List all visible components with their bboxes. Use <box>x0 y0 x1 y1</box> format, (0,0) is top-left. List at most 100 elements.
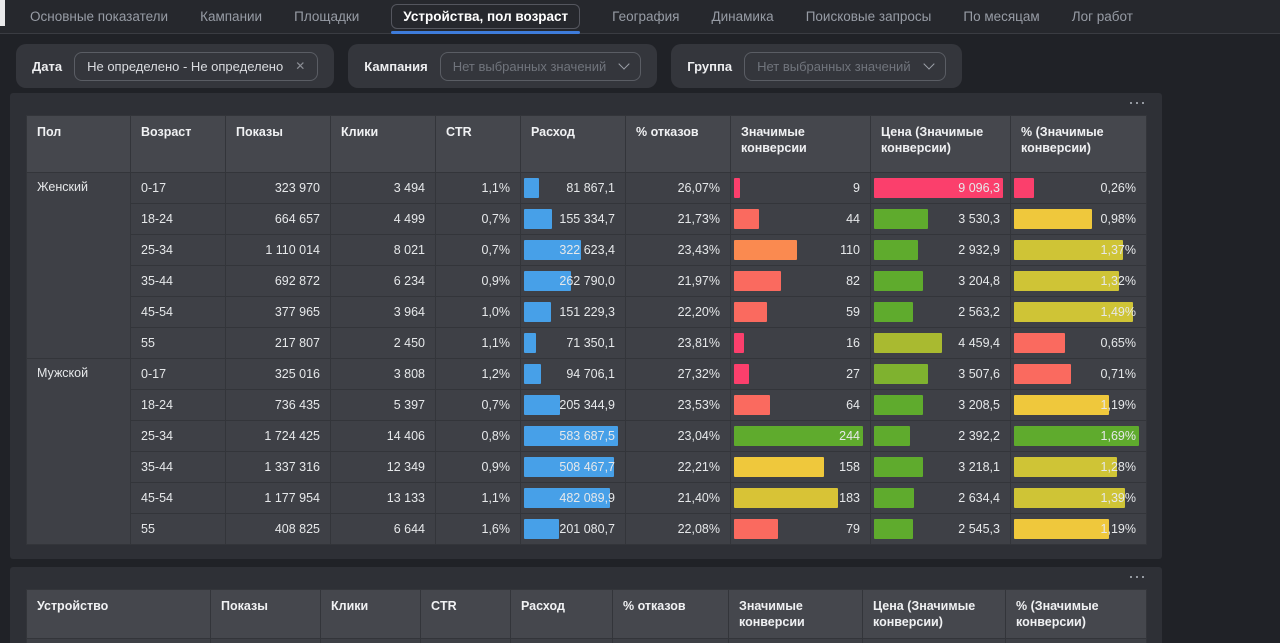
clicks-cell: 4 499 <box>331 204 436 235</box>
conversion-pct-bar <box>1014 178 1034 198</box>
table-row[interactable]: 18-24 664 657 4 499 0,7% 155 334,7 21,73… <box>27 204 1147 235</box>
col-bounce[interactable]: % отказов <box>613 590 729 639</box>
conversion-pct-cell: 1,28% <box>1011 452 1147 483</box>
price-bar <box>874 519 913 539</box>
price-bar <box>874 426 910 446</box>
clicks-cell: 6 234 <box>331 266 436 297</box>
table-row[interactable]: 18-24 736 435 5 397 0,7% 205 344,9 23,53… <box>27 390 1147 421</box>
price-cell: 0 <box>863 639 1006 643</box>
cost-bar <box>524 178 539 198</box>
col-clicks[interactable]: Клики <box>321 590 421 639</box>
price-cell: 3 204,8 <box>871 266 1011 297</box>
tab-log-rabot[interactable]: Лог работ <box>1072 9 1133 24</box>
bounce-cell: 23,04% <box>626 421 731 452</box>
col-ctr[interactable]: CTR <box>436 116 521 173</box>
conversions-cell: 9 <box>731 173 871 204</box>
col-shows[interactable]: Показы <box>226 116 331 173</box>
tab-ustroystva-pol-vozrast[interactable]: Устройства, пол возраст <box>391 4 580 29</box>
table-row[interactable]: Женский 0-17 323 970 3 494 1,1% 81 867,1… <box>27 173 1147 204</box>
price-bar <box>874 240 918 260</box>
cost-cell: 322 623,4 <box>521 235 626 266</box>
age-cell: 0-17 <box>131 173 226 204</box>
price-cell: 3 218,1 <box>871 452 1011 483</box>
chevron-down-icon <box>923 58 934 69</box>
tab-ploshchadki[interactable]: Площадки <box>294 9 359 24</box>
conversions-cell: 183 <box>731 483 871 514</box>
bounce-cell: 28,6% <box>613 639 729 643</box>
table-row[interactable]: 45-54 1 177 954 13 133 1,1% 482 089,9 21… <box>27 483 1147 514</box>
col-conversions[interactable]: Значимые конверсии <box>729 590 863 639</box>
cost-cell: 583 687,5 <box>521 421 626 452</box>
ctr-cell: 0,7% <box>436 235 521 266</box>
conversion-pct-cell: 1,19% <box>1011 514 1147 545</box>
shows-cell: 217 807 <box>226 328 331 359</box>
col-ctr[interactable]: CTR <box>421 590 511 639</box>
table-row[interactable]: 55 217 807 2 450 1,1% 71 350,1 23,81% 16… <box>27 328 1147 359</box>
conversions-cell: 0 <box>729 639 863 643</box>
col-cost[interactable]: Расход <box>521 116 626 173</box>
conversion-pct-cell: 1,32% <box>1011 266 1147 297</box>
ctr-cell: 1,6% <box>436 514 521 545</box>
tab-osnovnye-pokazateli[interactable]: Основные показатели <box>30 9 168 24</box>
table-row[interactable]: 55 408 825 6 644 1,6% 201 080,7 22,08% 7… <box>27 514 1147 545</box>
col-conversion-pct[interactable]: % (Значимые конверсии) <box>1011 116 1147 173</box>
cost-cell: 221,1 <box>511 639 613 643</box>
ctr-cell: 1,1% <box>436 483 521 514</box>
col-device[interactable]: Устройство <box>27 590 211 639</box>
table-row[interactable]: 25-34 1 724 425 14 406 0,8% 583 687,5 23… <box>27 421 1147 452</box>
col-cost[interactable]: Расход <box>511 590 613 639</box>
table-row[interactable]: 1 380 5 0,4% 221,1 28,6% 0 0 0,00% <box>27 639 1147 643</box>
clicks-cell: 8 021 <box>331 235 436 266</box>
col-bounce[interactable]: % отказов <box>626 116 731 173</box>
col-conversions[interactable]: Значимые конверсии <box>731 116 871 173</box>
ctr-cell: 1,1% <box>436 173 521 204</box>
col-price[interactable]: Цена (Значимые конверсии) <box>863 590 1006 639</box>
cost-cell: 482 089,9 <box>521 483 626 514</box>
cost-bar <box>524 302 551 322</box>
group-filter-select[interactable]: Нет выбранных значений <box>744 52 946 81</box>
gender-label: Женский <box>37 180 88 194</box>
more-menu-icon[interactable]: ⋯ <box>1128 93 1148 113</box>
col-gender[interactable]: Пол <box>27 116 131 173</box>
tab-poiskovye-zaprosy[interactable]: Поисковые запросы <box>806 9 932 24</box>
table-row[interactable]: 35-44 1 337 316 12 349 0,9% 508 467,7 22… <box>27 452 1147 483</box>
table-row[interactable]: 25-34 1 110 014 8 021 0,7% 322 623,4 23,… <box>27 235 1147 266</box>
conversions-cell: 16 <box>731 328 871 359</box>
ctr-cell: 0,7% <box>436 204 521 235</box>
tab-kampanii[interactable]: Кампании <box>200 9 262 24</box>
date-filter-value[interactable]: Не определено - Не определено ✕ <box>74 52 318 81</box>
price-cell: 2 932,9 <box>871 235 1011 266</box>
table-row[interactable]: Мужской 0-17 325 016 3 808 1,2% 94 706,1… <box>27 359 1147 390</box>
shows-cell: 664 657 <box>226 204 331 235</box>
campaign-filter-group: Кампания Нет выбранных значений <box>348 44 657 88</box>
shows-cell: 408 825 <box>226 514 331 545</box>
price-cell: 3 507,6 <box>871 359 1011 390</box>
price-cell: 4 459,4 <box>871 328 1011 359</box>
tab-dinamika[interactable]: Динамика <box>712 9 774 24</box>
conversions-cell: 79 <box>731 514 871 545</box>
close-icon[interactable]: ✕ <box>295 59 305 73</box>
price-bar <box>874 333 942 353</box>
price-cell: 2 545,3 <box>871 514 1011 545</box>
conversion-pct-cell: 1,39% <box>1011 483 1147 514</box>
table-row[interactable]: 35-44 692 872 6 234 0,9% 262 790,0 21,97… <box>27 266 1147 297</box>
tab-po-mesyacam[interactable]: По месяцам <box>963 9 1039 24</box>
conversion-pct-cell: 1,49% <box>1011 297 1147 328</box>
price-bar <box>874 302 913 322</box>
campaign-filter-select[interactable]: Нет выбранных значений <box>440 52 642 81</box>
ctr-cell: 1,0% <box>436 297 521 328</box>
table-row[interactable]: 45-54 377 965 3 964 1,0% 151 229,3 22,20… <box>27 297 1147 328</box>
col-conversion-pct[interactable]: % (Значимые конверсии) <box>1006 590 1147 639</box>
conversion-pct-cell: 0,98% <box>1011 204 1147 235</box>
ctr-cell: 0,4% <box>421 639 511 643</box>
cost-bar <box>524 519 559 539</box>
more-menu-icon[interactable]: ⋯ <box>1128 567 1148 587</box>
tab-geografiya[interactable]: География <box>612 9 679 24</box>
col-price[interactable]: Цена (Значимые конверсии) <box>871 116 1011 173</box>
cost-cell: 155 334,7 <box>521 204 626 235</box>
col-age[interactable]: Возраст <box>131 116 226 173</box>
col-clicks[interactable]: Клики <box>331 116 436 173</box>
date-filter-group: Дата Не определено - Не определено ✕ <box>16 44 334 88</box>
gender-cell: Мужской <box>27 359 131 545</box>
col-shows[interactable]: Показы <box>211 590 321 639</box>
